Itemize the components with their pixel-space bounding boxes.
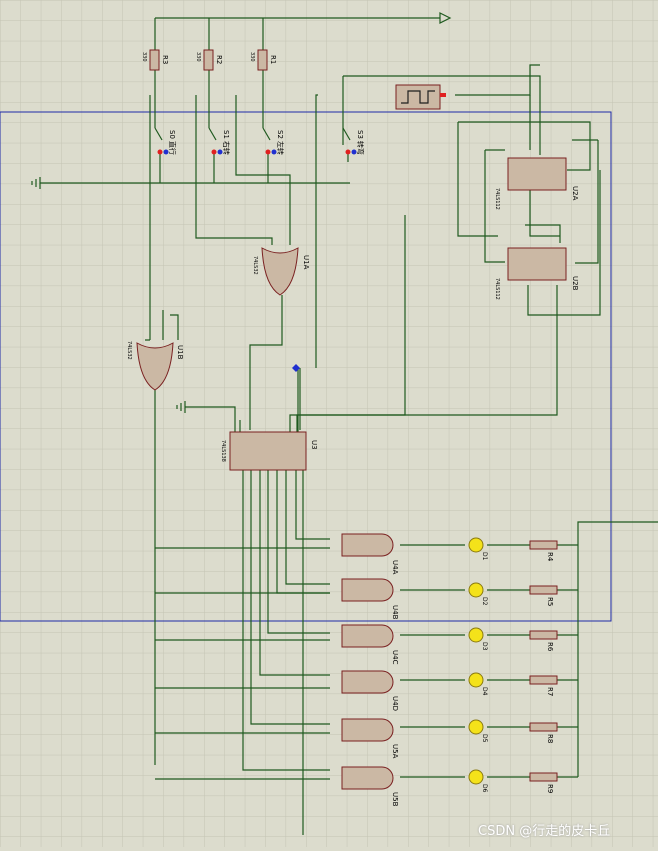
svg-text:330: 330 (249, 52, 255, 62)
svg-text:D3: D3 (481, 642, 488, 651)
svg-text:74LS32: 74LS32 (252, 256, 258, 275)
svg-text:74LS112: 74LS112 (494, 188, 500, 210)
svg-text:U4C: U4C (391, 650, 399, 665)
svg-text:U5A: U5A (391, 744, 399, 759)
svg-text:U5B: U5B (391, 792, 399, 807)
svg-text:330: 330 (141, 52, 147, 62)
svg-text:U1B: U1B (176, 345, 184, 360)
svg-text:R3: R3 (161, 55, 169, 64)
svg-text:R2: R2 (215, 55, 223, 64)
svg-text:D4: D4 (481, 687, 488, 696)
svg-text:R8: R8 (546, 734, 554, 743)
svg-text:S3转弯: S3转弯 (356, 130, 365, 155)
svg-text:74LS112: 74LS112 (494, 278, 500, 300)
svg-text:U4A: U4A (391, 560, 399, 575)
svg-text:S0直行: S0直行 (168, 130, 177, 155)
schematic-svg: R3 330 R2 330 R1 330 S0直行 S1右转 S2左转 S3转弯 (0, 0, 658, 847)
grid (0, 0, 658, 847)
svg-text:R4: R4 (546, 552, 554, 562)
svg-text:U1A: U1A (302, 255, 310, 270)
svg-text:S2左转: S2左转 (276, 130, 285, 155)
svg-text:R9: R9 (546, 784, 554, 793)
svg-text:D5: D5 (481, 734, 488, 743)
svg-text:U4D: U4D (391, 696, 399, 711)
svg-text:74LS32: 74LS32 (126, 341, 132, 360)
svg-text:R1: R1 (269, 55, 277, 64)
schematic-canvas: R3 330 R2 330 R1 330 S0直行 S1右转 S2左转 S3转弯 (0, 0, 658, 847)
watermark: CSDN @行走的皮卡丘 (478, 824, 611, 839)
svg-text:R5: R5 (546, 597, 554, 606)
svg-text:D1: D1 (481, 552, 488, 561)
svg-text:U3: U3 (310, 440, 318, 450)
svg-text:D6: D6 (481, 784, 488, 793)
decoder-u3[interactable]: U3 74LS138 (220, 431, 318, 471)
svg-text:U4B: U4B (391, 605, 399, 620)
svg-text:U2B: U2B (571, 276, 579, 291)
svg-text:R6: R6 (546, 642, 554, 652)
svg-text:D2: D2 (481, 597, 488, 606)
svg-text:R7: R7 (546, 687, 554, 696)
svg-text:330: 330 (195, 52, 201, 62)
svg-text:74LS138: 74LS138 (220, 440, 226, 462)
clock-source[interactable] (395, 84, 446, 110)
svg-text:S1右转: S1右转 (222, 130, 231, 155)
svg-text:U2A: U2A (571, 186, 579, 201)
